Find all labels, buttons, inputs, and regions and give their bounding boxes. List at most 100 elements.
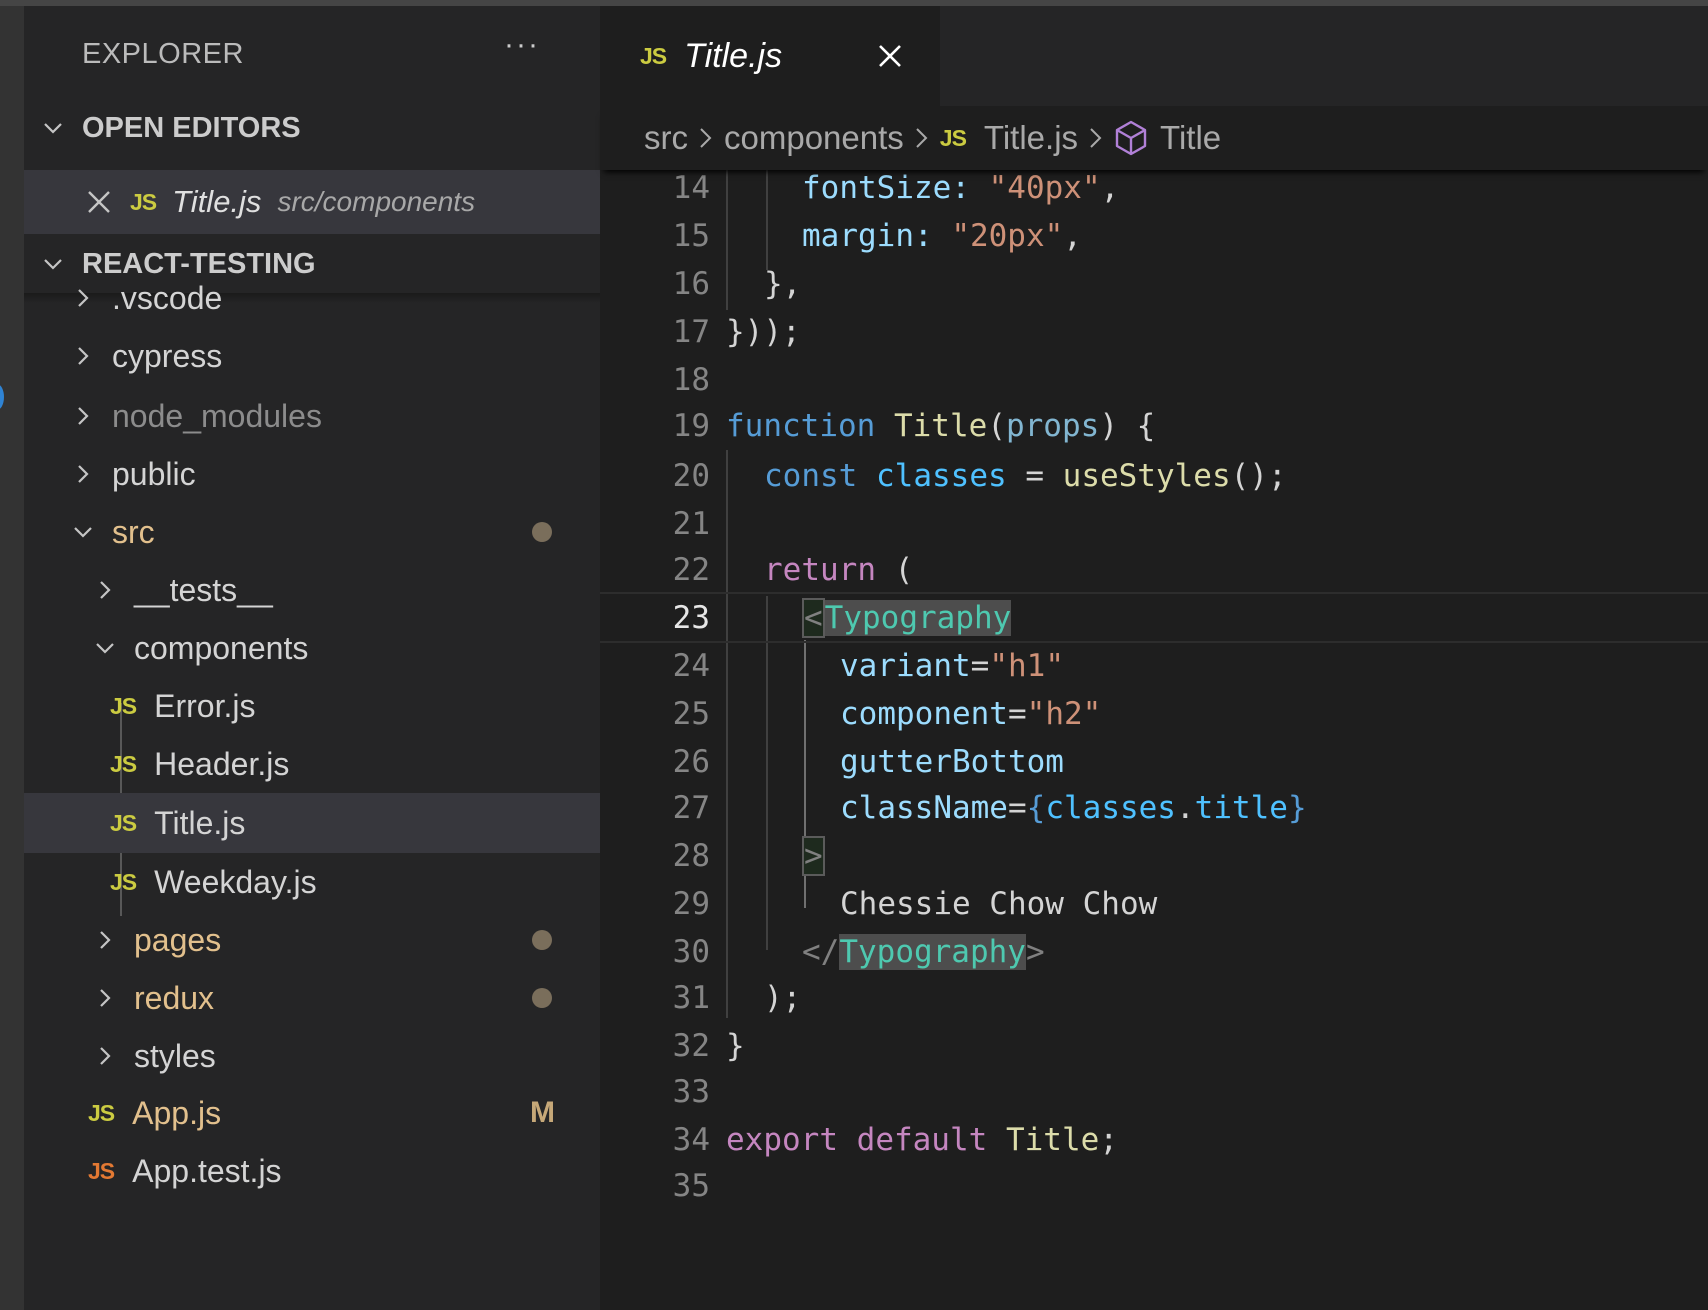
tree-file-header-js[interactable]: JS Header.js (24, 734, 600, 794)
token: } (1287, 789, 1307, 826)
tree-file-weekday-js[interactable]: JS Weekday.js (24, 852, 600, 912)
tree-label: pages (134, 921, 222, 958)
line-number: 33 (672, 1073, 710, 1110)
tree-folder-redux[interactable]: redux (24, 968, 600, 1028)
token: Typography (839, 933, 1026, 970)
breadcrumb-components[interactable]: components (724, 119, 904, 157)
line-number: 26 (672, 743, 710, 780)
code-line: 31 ); (600, 972, 1708, 1023)
token: return (764, 551, 876, 588)
chevron-down-icon (68, 521, 98, 543)
tree-file-title-js[interactable]: JS Title.js (24, 793, 600, 853)
token: component (840, 695, 1008, 732)
token: fontSize (802, 169, 952, 206)
token: , (1063, 217, 1082, 254)
editor-area: JS Title.js src components JS Title.js T… (600, 6, 1708, 1310)
token: ( (875, 551, 914, 588)
tree-file-app-test-js[interactable]: JS App.test.js (24, 1141, 600, 1201)
code-line: 20 const classes = useStyles(); (600, 450, 1708, 501)
activity-bar (0, 6, 24, 1310)
code-line: 17 })); (600, 306, 1708, 357)
tree-file-error-js[interactable]: JS Error.js (24, 676, 600, 736)
line-number: 18 (672, 361, 710, 398)
chevron-right-icon (68, 345, 98, 367)
chevron-down-icon (90, 637, 120, 659)
js-file-icon: JS (130, 188, 157, 215)
tree-folder-public[interactable]: public (24, 444, 600, 504)
tab-title-js[interactable]: JS Title.js (600, 6, 940, 106)
tree-folder-vscode[interactable]: .vscode (24, 268, 600, 328)
open-editor-item[interactable]: JS Title.js src/components (24, 170, 600, 234)
close-icon[interactable] (82, 189, 116, 215)
code-line: 35 (600, 1160, 1708, 1211)
token: })); (726, 313, 801, 350)
breadcrumb-file-label: Title.js (983, 119, 1079, 156)
git-modified-badge: M (530, 1096, 555, 1129)
tree-folder-pages[interactable]: pages (24, 910, 600, 970)
breadcrumb-src[interactable]: src (644, 119, 688, 157)
token: Title (893, 407, 988, 444)
tree-folder-tests[interactable]: __tests__ (24, 560, 600, 620)
open-editor-path: src/components (277, 186, 476, 217)
token: props (1005, 407, 1100, 444)
tab-label: Title.js (684, 36, 783, 75)
explorer-title: EXPLORER (82, 38, 244, 70)
bracket-match-highlight: < (802, 597, 825, 638)
line-number: 17 (672, 313, 710, 350)
code-line: 22 return ( (600, 544, 1708, 595)
token: gutterBottom (840, 743, 1064, 780)
chevron-right-icon (90, 579, 120, 601)
token: ); (764, 979, 802, 1016)
tree-folder-components[interactable]: components (24, 618, 600, 678)
token: "40px" (988, 169, 1101, 206)
tree-label: App.test.js (132, 1152, 282, 1189)
code-line: 32 } (600, 1020, 1708, 1071)
token: = (970, 647, 990, 684)
jsx-text: Chessie Chow Chow (840, 885, 1158, 922)
tree-label: Header.js (154, 745, 290, 782)
code-editor[interactable]: 14 fontSize: "40px", 15 margin: "20px", … (600, 170, 1708, 1310)
token: > (1025, 933, 1045, 970)
tree-label: src (112, 513, 155, 550)
token: </ (802, 933, 840, 970)
line-number: 29 (672, 885, 710, 922)
modified-dot-badge (532, 988, 552, 1008)
line-number: 15 (672, 217, 710, 254)
token: Title (1005, 1121, 1100, 1158)
line-number: 31 (672, 979, 710, 1016)
activity-indicator (0, 384, 4, 410)
chevron-down-icon (24, 117, 82, 139)
breadcrumb-symbol[interactable]: Title (1114, 119, 1221, 157)
tree-folder-cypress[interactable]: cypress (24, 326, 600, 386)
modified-dot-badge (532, 522, 552, 542)
js-file-icon: JS (110, 750, 137, 777)
line-number: 28 (672, 837, 710, 874)
token: function (726, 407, 876, 444)
tree-folder-node-modules[interactable]: node_modules (24, 386, 600, 446)
tree-label: Weekday.js (154, 863, 317, 900)
breadcrumb-file[interactable]: JS Title.js (940, 119, 1078, 157)
code-line: 19 function Title(props) { (600, 400, 1708, 451)
token: ( (987, 407, 1006, 444)
token: : (913, 217, 952, 254)
token: margin (802, 217, 914, 254)
token: title (1194, 789, 1288, 826)
tree-folder-src[interactable]: src (24, 502, 600, 562)
tree-label: public (112, 455, 196, 492)
token: "h2" (1026, 695, 1102, 732)
ellipsis-icon[interactable]: ··· (504, 28, 540, 62)
tree-folder-styles[interactable]: styles (24, 1026, 600, 1086)
bracket-match-highlight: > (802, 835, 825, 876)
token: default (856, 1121, 988, 1158)
tree-label: cypress (112, 337, 223, 374)
code-line: 30 </Typography> (600, 926, 1708, 977)
line-number: 14 (672, 169, 710, 206)
chevron-right-icon (68, 463, 98, 485)
close-tab-icon[interactable] (872, 38, 908, 74)
js-test-file-icon: JS (88, 1157, 115, 1184)
token: "h1" (989, 647, 1064, 684)
tree-file-app-js[interactable]: JS App.js M (24, 1083, 600, 1143)
code-line: 29 Chessie Chow Chow (600, 878, 1708, 929)
open-editors-section-header[interactable]: OPEN EDITORS (24, 100, 600, 156)
token: ; (1099, 1121, 1118, 1158)
